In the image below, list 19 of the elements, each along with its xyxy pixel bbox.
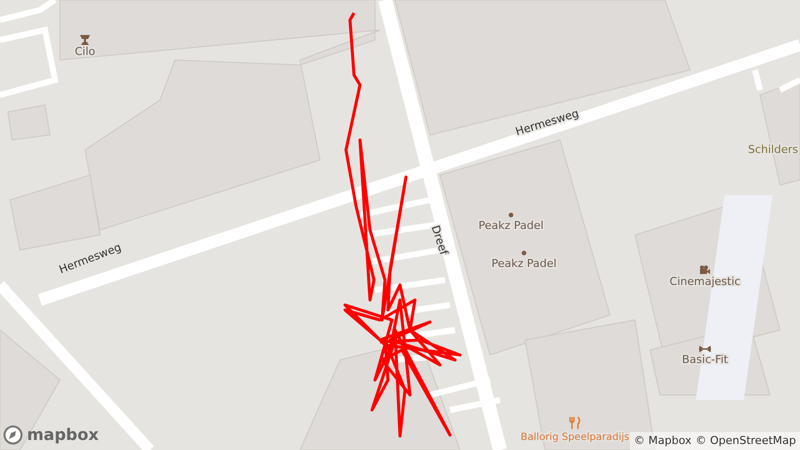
poi-label: Peakz Padel bbox=[478, 219, 544, 232]
building bbox=[7, 104, 51, 141]
place-label: Schilders bbox=[748, 143, 798, 156]
street-label: Dreef bbox=[428, 224, 450, 256]
poi-label: Peakz Padel bbox=[491, 257, 557, 270]
road bbox=[0, 0, 57, 23]
poi-label: Ballorig Speelparadijs bbox=[520, 432, 630, 443]
poi-label: Basic-Fit bbox=[682, 353, 728, 366]
attribution-link[interactable]: © OpenStreetMap bbox=[695, 432, 796, 449]
mapbox-logo-text: mapbox bbox=[27, 427, 99, 443]
fork-knife-icon bbox=[569, 416, 580, 430]
attribution-link[interactable]: © Mapbox bbox=[634, 432, 692, 449]
camera-icon bbox=[700, 266, 710, 274]
dumbbell-icon bbox=[698, 345, 712, 353]
poi-label: Cilo bbox=[74, 45, 96, 58]
dot-icon bbox=[522, 250, 526, 256]
dot-icon bbox=[508, 212, 514, 218]
poi-label: Cinemajestic bbox=[670, 275, 740, 288]
mapbox-logo[interactable]: mapbox bbox=[3, 425, 99, 445]
